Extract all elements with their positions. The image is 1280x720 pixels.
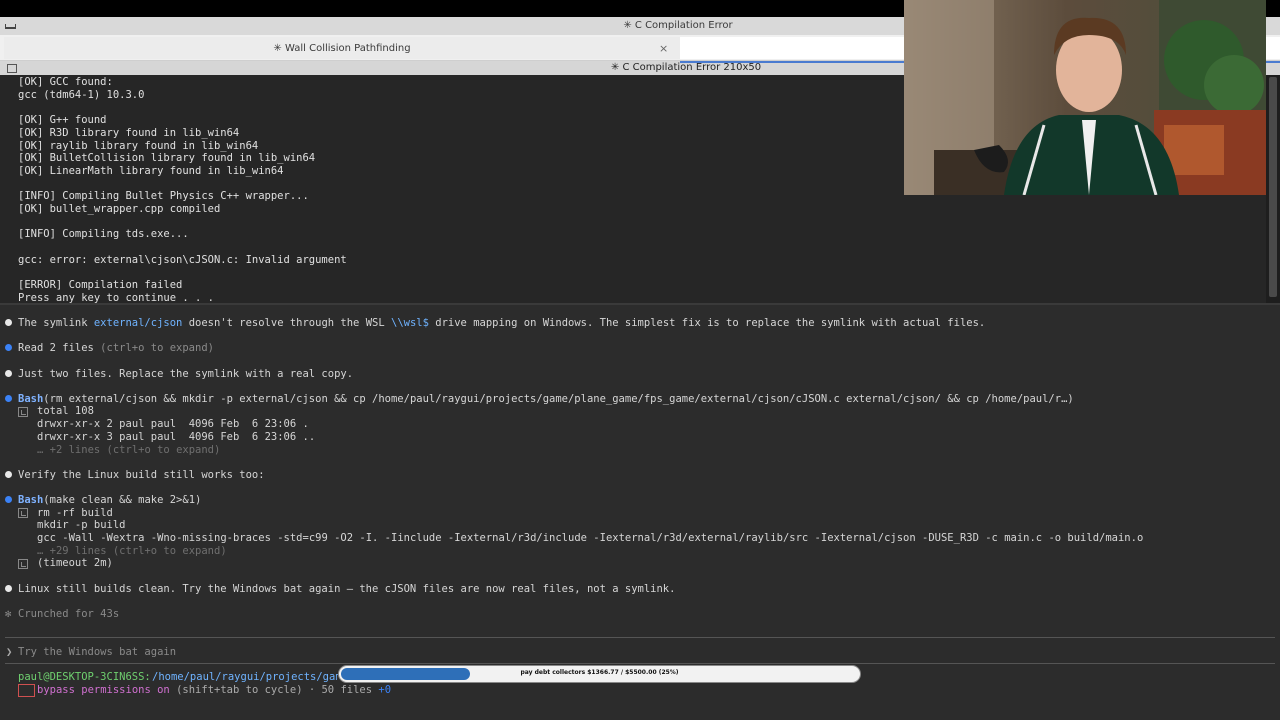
permissions-icon	[18, 684, 35, 697]
tool-status-icon	[5, 395, 12, 402]
bash-output-line: drwxr-xr-x 3 paul paul 4096 Feb 6 23:06 …	[37, 431, 316, 443]
tool-status-icon	[5, 496, 12, 503]
expand-hint[interactable]: … +2 lines (ctrl+o to expand)	[37, 444, 220, 456]
prompt-chevron-icon: ❯	[6, 646, 13, 658]
webcam-image	[904, 0, 1266, 195]
scrollbar-thumb[interactable]	[1269, 77, 1277, 297]
output-line: [OK] raylib library found in lib_win64	[18, 140, 259, 152]
assistant-message: Linux still builds clean. Try the Window…	[18, 583, 676, 595]
output-line: [OK] R3D library found in lib_win64	[18, 127, 240, 139]
input-border-top	[5, 637, 1275, 638]
tool-status-icon	[5, 344, 12, 351]
webcam-overlay	[904, 0, 1266, 195]
output-line: [INFO] Compiling tds.exe...	[18, 228, 189, 240]
assistant-message: Just two files. Replace the symlink with…	[18, 368, 354, 380]
output-line: [INFO] Compiling Bullet Physics C++ wrap…	[18, 190, 309, 202]
output-branch-icon	[18, 407, 28, 417]
output-line: gcc: error: external\cjson\cJSON.c: Inva…	[18, 254, 347, 266]
status-text: Crunched for 43s	[18, 608, 120, 620]
expand-hint[interactable]: … +29 lines (ctrl+o to expand)	[37, 545, 227, 557]
assistant-message: The symlink external/cjson doesn't resol…	[18, 317, 986, 329]
bullet-icon	[5, 471, 12, 478]
wsl-path: \\wsl$	[391, 317, 429, 329]
symlink-path: external/cjson	[93, 317, 183, 329]
spinner-icon: ✻	[5, 608, 12, 620]
output-line: [OK] LinearMath library found in lib_win…	[18, 165, 284, 177]
close-icon[interactable]: ×	[659, 42, 668, 55]
assistant-message: Verify the Linux build still works too:	[18, 469, 265, 481]
tab-label: ✳ Wall Collision Pathfinding	[273, 43, 411, 54]
bash-output-line: total 108	[37, 405, 94, 417]
bash-command[interactable]: Bash(make clean && make 2>&1)	[18, 494, 201, 506]
debt-progress-bar: pay debt collectors $1366.77 / $5500.00 …	[338, 665, 861, 683]
shell-path: /home/paul/raygui/projects/game/plane_ga…	[152, 671, 338, 683]
output-branch-icon	[18, 508, 28, 518]
permission-mode[interactable]: bypass permissions on (shift+tab to cycl…	[37, 684, 391, 696]
read-files-summary[interactable]: Read 2 files (ctrl+o to expand)	[18, 342, 214, 354]
output-line: [OK] BulletCollision library found in li…	[18, 152, 316, 164]
output-branch-icon	[18, 559, 28, 569]
progress-label: pay debt collectors $1366.77 / $5500.00 …	[520, 669, 679, 676]
bullet-icon	[5, 585, 12, 592]
tab-wall-collision[interactable]: ✳ Wall Collision Pathfinding ×	[4, 37, 680, 59]
bullet-icon	[5, 319, 12, 326]
output-line: [OK] bullet_wrapper.cpp compiled	[18, 203, 221, 215]
bash-output-line: rm -rf build	[37, 507, 113, 519]
bash-output-line: drwxr-xr-x 2 paul paul 4096 Feb 6 23:06 …	[37, 418, 309, 430]
prompt-input[interactable]: Try the Windows bat again	[18, 646, 176, 658]
output-line: gcc (tdm64-1) 10.3.0	[18, 89, 145, 101]
output-line: [ERROR] Compilation failed	[18, 279, 183, 291]
output-line: [OK] GCC found:	[18, 76, 113, 88]
shell-user: paul@DESKTOP-3CIN6SS:	[18, 671, 151, 683]
output-line: [OK] G++ found	[18, 114, 107, 126]
timeout-note: (timeout 2m)	[37, 557, 113, 569]
bash-output-line: mkdir -p build	[37, 519, 126, 531]
input-border-bottom	[5, 663, 1275, 664]
bash-output-line: gcc -Wall -Wextra -Wno-missing-braces -s…	[37, 532, 1144, 544]
bash-command[interactable]: Bash(rm external/cjson && mkdir -p exter…	[18, 393, 1074, 405]
scrollbar[interactable]	[1266, 75, 1280, 303]
bullet-icon	[5, 370, 12, 377]
